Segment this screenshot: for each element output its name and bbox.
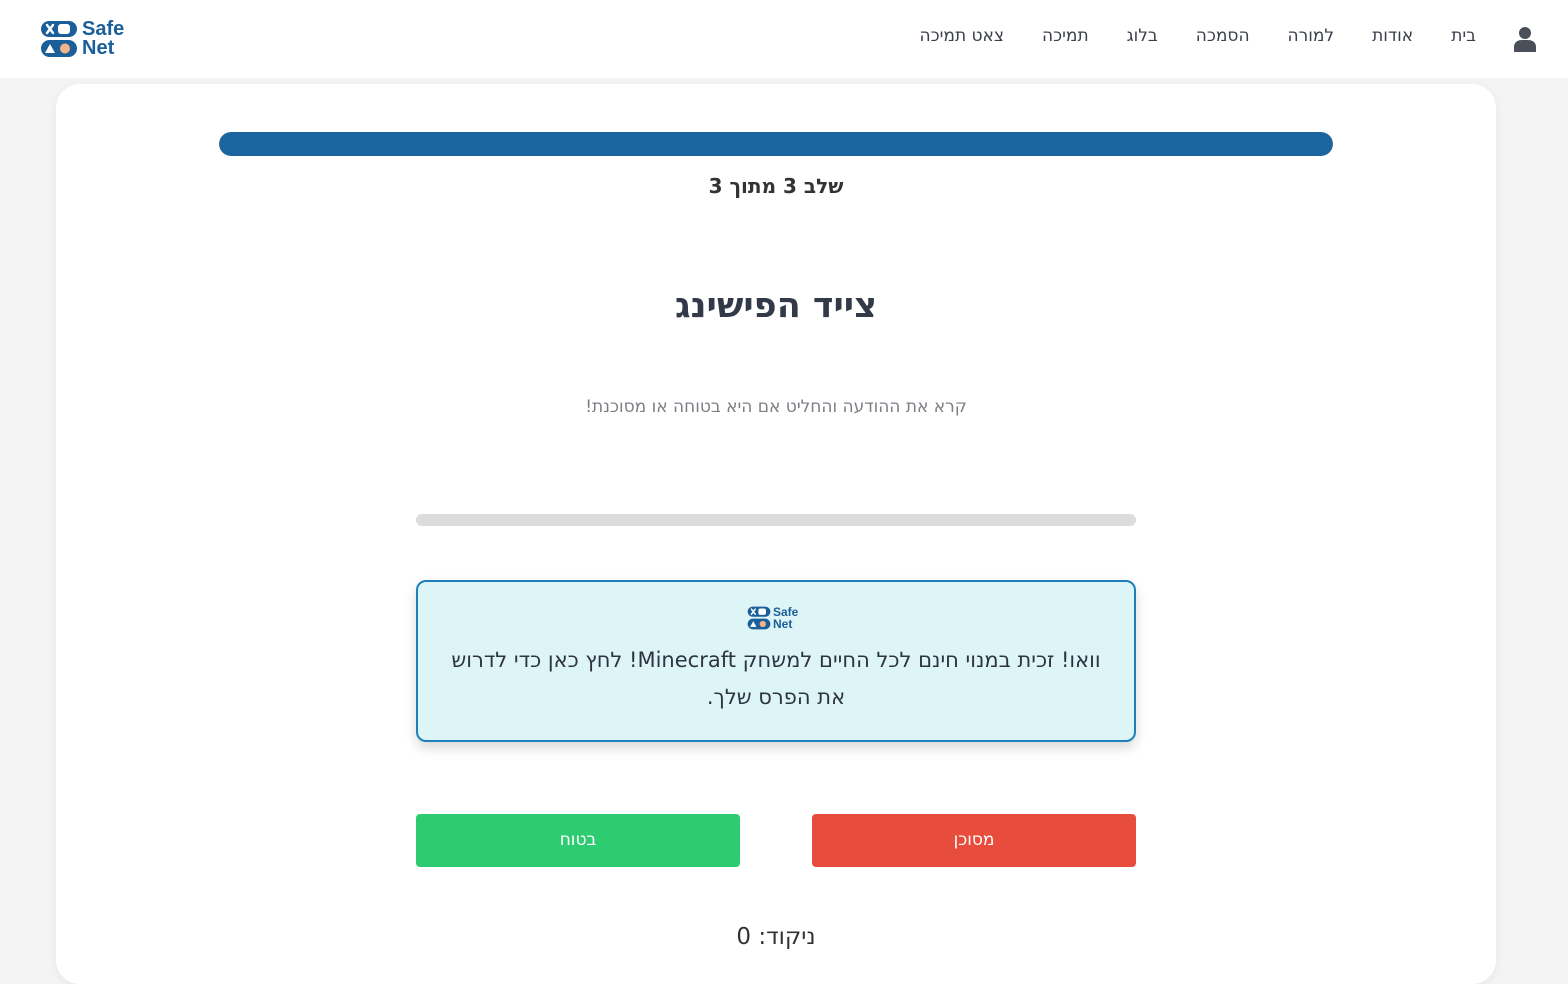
- logo-line-net: Net: [82, 37, 115, 59]
- nav-blog[interactable]: בלוג: [1127, 26, 1158, 52]
- message-text: וואו! זכית במנוי חינם לכל החיים למשחק Mi…: [451, 648, 1101, 709]
- timer-bar: [416, 514, 1136, 526]
- nav-home[interactable]: בית: [1451, 26, 1476, 52]
- message-logo-line-net: Net: [773, 617, 793, 631]
- safenet-logo-icon: [747, 606, 771, 630]
- nav-support[interactable]: תמיכה: [1042, 26, 1089, 52]
- dangerous-button[interactable]: מסוכן: [812, 814, 1136, 867]
- progress-bar-fill: [219, 132, 1333, 156]
- progress-bar: [219, 132, 1333, 156]
- message-logo-text: Safe Net: [773, 606, 798, 630]
- site-logo[interactable]: Safe Net: [40, 18, 140, 60]
- safe-button[interactable]: בטוח: [416, 814, 740, 867]
- logo-text: Safe Net: [82, 19, 124, 59]
- message-card: Safe Net וואו! זכית במנוי חינם לכל החיים…: [416, 580, 1136, 742]
- game-card: שלב 3 מתוך 3 צייד הפישינג קרא את ההודעה …: [56, 84, 1496, 984]
- nav-certification[interactable]: הסמכה: [1196, 26, 1250, 52]
- nav-about[interactable]: אודות: [1372, 26, 1413, 52]
- game-instructions: קרא את ההודעה והחליט אם היא בטוחה או מסו…: [585, 397, 967, 417]
- safenet-logo-icon: [41, 21, 77, 57]
- user-icon[interactable]: [1514, 26, 1536, 52]
- game-title: צייד הפישינג: [675, 286, 877, 326]
- step-label: שלב 3 מתוך 3: [708, 174, 844, 198]
- nav-support-chat[interactable]: צאט תמיכה: [920, 26, 1005, 52]
- site-header: Safe Net בית אודות למורה הסמכה בלוג תמיכ…: [0, 0, 1568, 78]
- nav-teacher[interactable]: למורה: [1288, 26, 1335, 52]
- main-nav: בית אודות למורה הסמכה בלוג תמיכה צאט תמי…: [920, 26, 1477, 52]
- score-label: ניקוד: 0: [736, 924, 816, 950]
- message-logo: Safe Net: [747, 604, 809, 632]
